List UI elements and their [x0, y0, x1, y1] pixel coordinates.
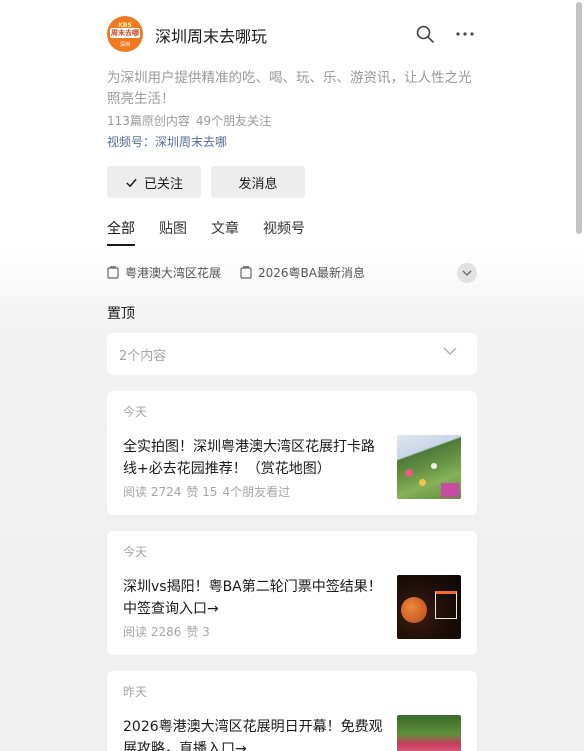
account-stats: 113篇原创内容 49个朋友关注 [107, 112, 271, 129]
tab-all[interactable]: 全部 [107, 218, 135, 246]
collection-icon [240, 266, 252, 279]
article-card[interactable]: 昨天 2026粤港澳大湾区花展明日开幕！免费观展攻略，直播入口→ [107, 671, 477, 751]
article-title[interactable]: 2026粤港澳大湾区花展明日开幕！免费观展攻略，直播入口→ [123, 716, 385, 751]
avatar-text-bottom: 深圳 [119, 42, 130, 48]
article-meta: 阅读 2286 赞 3 [123, 623, 210, 640]
tab-channels[interactable]: 视频号 [263, 218, 305, 244]
check-icon [126, 178, 137, 187]
collection-label: 2026粤BA最新消息 [258, 266, 365, 280]
message-label: 发消息 [238, 176, 278, 192]
friends-following[interactable]: 49个朋友关注 [196, 114, 271, 128]
search-icon[interactable] [415, 24, 435, 44]
chevron-down-icon [462, 270, 472, 276]
page-scrollbar[interactable] [576, 0, 582, 751]
friends-read: 4个朋友看过 [222, 485, 291, 499]
content-tabs: 全部 贴图 文章 视频号 [107, 218, 329, 246]
collection-icon [107, 266, 119, 279]
chevron-down-icon [443, 347, 457, 355]
scrollbar-thumb[interactable] [576, 2, 582, 234]
like-count: 赞 15 [186, 485, 218, 499]
article-thumbnail[interactable] [397, 715, 461, 751]
article-card[interactable]: 今天 全实拍图！深圳粤港澳大湾区花展打卡路线+必去花园推荐！（赏花地图） 阅读 … [107, 391, 477, 515]
article-meta: 阅读 2724 赞 15 4个朋友看过 [123, 483, 290, 500]
article-date: 今天 [123, 545, 148, 559]
account-header: KBS 周末去哪 深圳 深圳周末去哪玩 [107, 16, 477, 52]
read-count: 阅读 2724 [123, 485, 182, 499]
original-count: 113篇原创内容 [107, 114, 190, 128]
more-icon[interactable] [455, 24, 475, 44]
article-thumbnail[interactable] [397, 435, 461, 499]
avatar[interactable]: KBS 周末去哪 深圳 [107, 16, 143, 52]
article-date: 昨天 [123, 685, 148, 699]
followed-button[interactable]: 已关注 [107, 166, 201, 198]
pinned-heading: 置顶 [107, 306, 135, 322]
pinned-summary: 2个内容 [119, 348, 167, 364]
collections-row: 粤港澳大湾区花展 2026粤BA最新消息 [107, 263, 477, 284]
followed-label: 已关注 [143, 176, 183, 192]
pinned-dropdown[interactable]: 2个内容 [107, 333, 477, 375]
collection-yueba[interactable]: 2026粤BA最新消息 [240, 264, 365, 281]
tab-articles[interactable]: 文章 [211, 218, 239, 244]
article-thumbnail[interactable] [397, 575, 461, 639]
article-title[interactable]: 全实拍图！深圳粤港澳大湾区花展打卡路线+必去花园推荐！（赏花地图） [123, 436, 385, 480]
account-description: 为深圳用户提供精准的吃、喝、玩、乐、游资讯，让人性之光照亮生活！ [107, 70, 472, 107]
collection-flower-show[interactable]: 粤港澳大湾区花展 [107, 264, 221, 281]
expand-collections-button[interactable] [457, 263, 477, 283]
read-count: 阅读 2286 [123, 625, 182, 639]
video-account-link[interactable]: 视频号：深圳周末去哪 [107, 133, 227, 150]
send-message-button[interactable]: 发消息 [211, 166, 305, 198]
article-card[interactable]: 今天 深圳vs揭阳！粤BA第二轮门票中签结果！中签查询入口→ 阅读 2286 赞 … [107, 531, 477, 655]
avatar-text-middle: 周末去哪 [110, 28, 140, 38]
article-title[interactable]: 深圳vs揭阳！粤BA第二轮门票中签结果！中签查询入口→ [123, 576, 385, 620]
like-count: 赞 3 [186, 625, 210, 639]
tab-posts[interactable]: 贴图 [159, 218, 187, 244]
account-name: 深圳周末去哪玩 [155, 27, 268, 46]
article-date: 今天 [123, 405, 148, 419]
collection-label: 粤港澳大湾区花展 [125, 266, 222, 280]
